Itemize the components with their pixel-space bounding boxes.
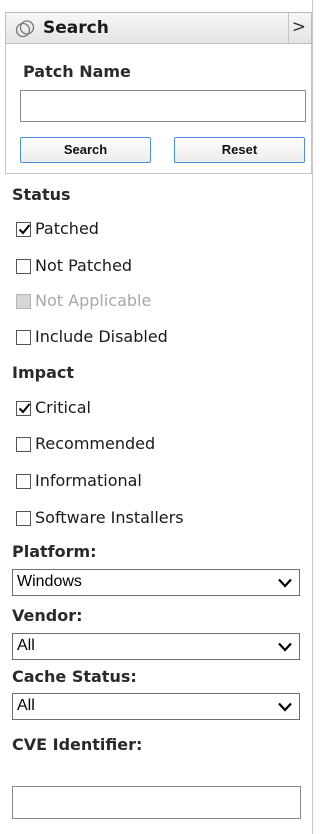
include-disabled-checkbox[interactable] [16, 330, 31, 345]
patch-search-box: Patch Name Search Reset [5, 44, 312, 174]
search-panel-header: Search > [5, 12, 312, 44]
cve-identifier-input[interactable] [12, 786, 301, 819]
vendor-label: Vendor: [12, 606, 83, 625]
platform-label: Platform: [12, 542, 97, 561]
reset-button[interactable]: Reset [174, 137, 305, 163]
chevron-down-icon [278, 578, 292, 588]
not-applicable-label: Not Applicable [35, 291, 152, 310]
cache-status-label: Cache Status: [12, 667, 137, 686]
chevron-down-icon [278, 702, 292, 712]
vendor-selected-value: All [17, 637, 35, 654]
platform-select[interactable]: Windows [12, 569, 300, 596]
platform-selected-value: Windows [17, 573, 82, 590]
include-disabled-label: Include Disabled [35, 327, 168, 346]
checkmark-icon [18, 224, 31, 235]
chevron-down-icon [278, 642, 292, 652]
recommended-label: Recommended [35, 434, 156, 453]
not-patched-checkbox[interactable] [16, 259, 31, 274]
patch-name-label: Patch Name [23, 62, 131, 81]
not-patched-label: Not Patched [35, 256, 133, 275]
checkmark-icon [18, 403, 31, 414]
status-heading: Status [12, 185, 71, 204]
patched-label: Patched [35, 219, 99, 238]
cache-status-selected-value: All [17, 697, 35, 714]
search-circles-icon [15, 20, 35, 38]
search-button[interactable]: Search [20, 137, 151, 163]
impact-heading: Impact [12, 363, 75, 382]
informational-checkbox[interactable] [16, 474, 31, 489]
chevron-right-icon[interactable]: > [292, 17, 306, 37]
patched-checkbox[interactable] [16, 222, 31, 237]
vendor-select[interactable]: All [12, 633, 300, 660]
patch-name-input[interactable] [20, 90, 306, 122]
critical-label: Critical [35, 398, 91, 417]
recommended-checkbox[interactable] [16, 437, 31, 452]
search-panel: Search > Patch Name Search Reset Status … [0, 0, 313, 834]
not-applicable-checkbox [16, 294, 31, 309]
cve-identifier-label: CVE Identifier: [12, 735, 143, 754]
panel-title: Search [43, 18, 109, 38]
software-installers-checkbox[interactable] [16, 511, 31, 526]
header-divider [288, 13, 289, 43]
software-installers-label: Software Installers [35, 508, 184, 527]
cache-status-select[interactable]: All [12, 693, 300, 720]
informational-label: Informational [35, 471, 142, 490]
critical-checkbox[interactable] [16, 401, 31, 416]
